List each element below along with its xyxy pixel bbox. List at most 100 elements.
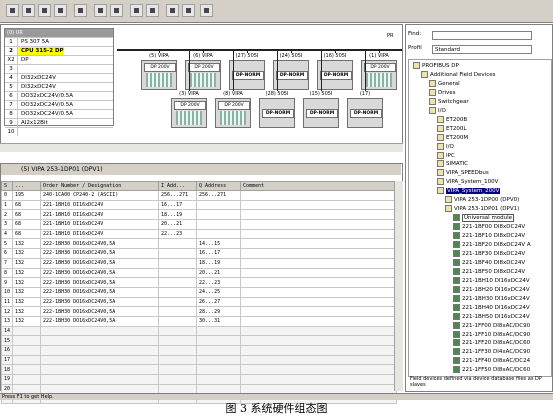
rack-row[interactable]: 4 DI32xDC24V xyxy=(5,73,113,82)
tree-item[interactable]: SIMATIC xyxy=(437,160,468,168)
dp-slave[interactable]: (17) DP-NORM xyxy=(345,91,385,129)
tree-item[interactable]: 221-1FF30 DI4xAC/DC90 xyxy=(453,348,530,356)
dp-slave[interactable]: (3) VIPA DP 200V xyxy=(169,91,209,129)
tree-item[interactable]: 221-1FF10 DI8xAC/DC90 xyxy=(453,330,530,339)
rack[interactable]: (0) UR 1 PS 307 5A 2 CPU 315-2 DP X2 DP 3 4 DI32… xyxy=(4,28,114,136)
column-header[interactable]: Comment xyxy=(240,181,398,191)
table-row[interactable]: 10 132 222-1BH30 DO16xDC24V0,5A 24...25 xyxy=(0,286,398,298)
tree-item[interactable]: PROFIBUS DP xyxy=(413,62,459,70)
table-row[interactable]: 8 132 222-1BH30 DO16xDC24V0,5A 20...21 xyxy=(0,267,398,279)
rack-row[interactable]: 9 AI2x12Bit xyxy=(5,118,113,127)
tree-item[interactable]: 221-1FF50 DI8xAC/DC60 xyxy=(453,366,530,374)
tree-item[interactable]: 221-1BH30 DI16xDC24V xyxy=(453,294,530,303)
tree-item[interactable]: 221-1BH20 DI16xDC24V xyxy=(453,285,530,294)
upload-icon[interactable] xyxy=(110,4,123,17)
catalog-icon[interactable] xyxy=(166,4,179,17)
tree-item[interactable]: VIPA 253-1DP00 (DPV0) xyxy=(445,196,519,204)
tree-item[interactable]: IPC xyxy=(437,151,455,160)
paste-icon[interactable] xyxy=(146,4,159,17)
tree-item[interactable]: 221-1BF30 DI8xDC24V xyxy=(453,249,525,258)
horizontal-scrollbar[interactable] xyxy=(0,143,403,152)
tree-item[interactable]: VIPA_SPEEDbus xyxy=(437,169,489,177)
tree-item[interactable]: Universal module xyxy=(453,214,515,223)
network-icon[interactable] xyxy=(182,4,195,17)
tree-item[interactable]: 221-1FF20 DI8xAC/DC60 xyxy=(453,339,530,347)
tree-item[interactable]: General xyxy=(429,79,460,88)
table-cell xyxy=(158,306,198,317)
find-input[interactable] xyxy=(432,31,532,40)
folder-icon xyxy=(437,124,444,132)
tree-item[interactable]: 221-1FF00 DI8xAC/DC90 xyxy=(453,321,530,330)
table-row[interactable]: 14 xyxy=(0,325,398,337)
tree-item[interactable]: ET200M xyxy=(437,133,468,142)
table-row[interactable]: 11 132 222-1BH30 DO16xDC24V0,5A 26...27 xyxy=(0,296,398,308)
tree-item[interactable]: I/O xyxy=(437,142,454,151)
table-row[interactable]: 18 xyxy=(0,364,398,376)
rack-row[interactable]: 5 DI32xDC24V xyxy=(5,82,113,91)
tree-item[interactable]: 221-1BF50 DI8xDC24V xyxy=(453,267,525,276)
tree-item[interactable]: 221-1BF10 DI8xDC24V xyxy=(453,232,525,240)
dp-slave[interactable]: (15) 505I DP-NORM xyxy=(301,91,341,129)
new-icon[interactable] xyxy=(6,4,19,17)
dp-slave[interactable]: (28) 505I DP-NORM xyxy=(257,91,297,129)
rack-row[interactable]: X2 DP xyxy=(5,55,113,64)
dp-slave[interactable]: (8) VIPA DP 200V xyxy=(213,91,253,129)
catalog-tree[interactable]: PROFIBUS DP Additional Field Devices Gener… xyxy=(408,59,552,377)
column-header[interactable]: Order Number / Designation xyxy=(40,181,160,191)
module-icon xyxy=(453,232,460,240)
table-row[interactable]: 19 xyxy=(0,374,398,385)
compile-icon[interactable] xyxy=(54,4,67,17)
tree-item[interactable]: 221-1BH50 DI16xDC24V xyxy=(453,312,530,321)
open-icon[interactable] xyxy=(22,4,35,17)
tree-item[interactable]: 221-1BF00 DI8xDC24V xyxy=(453,223,525,231)
tree-item[interactable]: 221-1FF40 DI8xAC/DC24 xyxy=(453,357,530,365)
tree-item[interactable]: VIPA_System_100V xyxy=(437,178,498,186)
table-row[interactable]: 0 195 240-1CA00 CP240-2 (ASCII) 256...271 25… xyxy=(0,190,398,201)
table-row[interactable]: 17 xyxy=(0,354,398,366)
tree-item[interactable]: VIPA 253-1DP01 (DPV1) xyxy=(445,205,519,213)
copy-icon[interactable] xyxy=(130,4,143,17)
save-icon[interactable] xyxy=(38,4,51,17)
table-row[interactable]: 16 xyxy=(0,345,398,356)
table-row[interactable]: 12 132 222-1BH30 DO16xDC24V0,5A 28...29 xyxy=(0,306,398,317)
rack-row[interactable]: 10 xyxy=(5,127,113,136)
column-header[interactable]: I Add... xyxy=(158,181,198,191)
table-row[interactable]: 6 132 222-1BH30 DO16xDC24V0,5A 16...17 xyxy=(0,248,398,259)
table-row[interactable]: 2 68 221-1BH10 DI16xDC24V 18...19 xyxy=(0,209,398,221)
column-header[interactable]: S xyxy=(0,181,14,191)
table-row[interactable]: 9 132 222-1BH30 DO16xDC24V0,5A 22...23 xyxy=(0,277,398,288)
table-row[interactable]: 3 68 221-1BH10 DI16xDC24V 20...21 xyxy=(0,219,398,230)
column-header[interactable]: ... xyxy=(12,181,42,191)
table-row[interactable]: 4 68 221-1BH10 DI16xDC24V 22...23 xyxy=(0,228,398,240)
table-row[interactable]: 1 68 221-1BH10 DI16xDC24V 16...17 xyxy=(0,199,398,211)
dp-slave[interactable]: (5) VIPA DP 200V xyxy=(139,53,179,91)
column-header[interactable]: Q Address xyxy=(196,181,242,191)
rack-row[interactable]: 6 DO32xDC24V/0.5A xyxy=(5,91,113,100)
help-icon[interactable] xyxy=(200,4,213,17)
tree-item[interactable]: Switchgear xyxy=(429,97,469,106)
tree-item[interactable]: 221-1BF20 DI8xDC24V A xyxy=(453,241,531,249)
tree-item[interactable]: 221-1BH10 DI16xDC24V xyxy=(453,276,530,285)
rack-row[interactable]: 1 PS 307 5A xyxy=(5,37,113,46)
tree-item[interactable]: Additional Field Devices xyxy=(421,70,495,79)
rack-row[interactable]: 7 DO32xDC24V/0.5A xyxy=(5,100,113,109)
table-row[interactable]: 13 132 222-1BH30 DO16xDC24V0,5A 30...31 xyxy=(0,315,398,327)
tree-item[interactable]: VIPA_System_200V xyxy=(437,187,501,195)
tree-item[interactable]: 221-1BF40 DI8xDC24V xyxy=(453,258,525,267)
tree-item[interactable]: ET200L xyxy=(437,124,466,133)
table-cell: 222-1BH30 DO16xDC24V0,5A xyxy=(40,238,160,250)
rack-row[interactable]: 2 CPU 315-2 DP xyxy=(5,46,113,55)
vertical-scrollbar[interactable] xyxy=(394,181,403,391)
table-row[interactable]: 7 132 222-1BH30 DO16xDC24V0,5A 18...19 xyxy=(0,257,398,269)
download-icon[interactable] xyxy=(94,4,107,17)
table-row[interactable]: 15 xyxy=(0,335,398,346)
tree-item[interactable]: 221-1BH40 DI16xDC24V xyxy=(453,303,530,312)
rack-row[interactable]: 3 xyxy=(5,64,113,73)
rack-row[interactable]: 8 DO32xDC24V/0.5A xyxy=(5,109,113,118)
tree-item[interactable]: ET200B xyxy=(437,115,467,124)
table-row[interactable]: 5 132 222-1BH30 DO16xDC24V0,5A 14...15 xyxy=(0,238,398,250)
tree-item[interactable]: Drives xyxy=(429,88,456,97)
profil-select[interactable]: Standard xyxy=(432,45,532,54)
print-icon[interactable] xyxy=(74,4,87,17)
tree-item[interactable]: I/O xyxy=(429,106,446,115)
